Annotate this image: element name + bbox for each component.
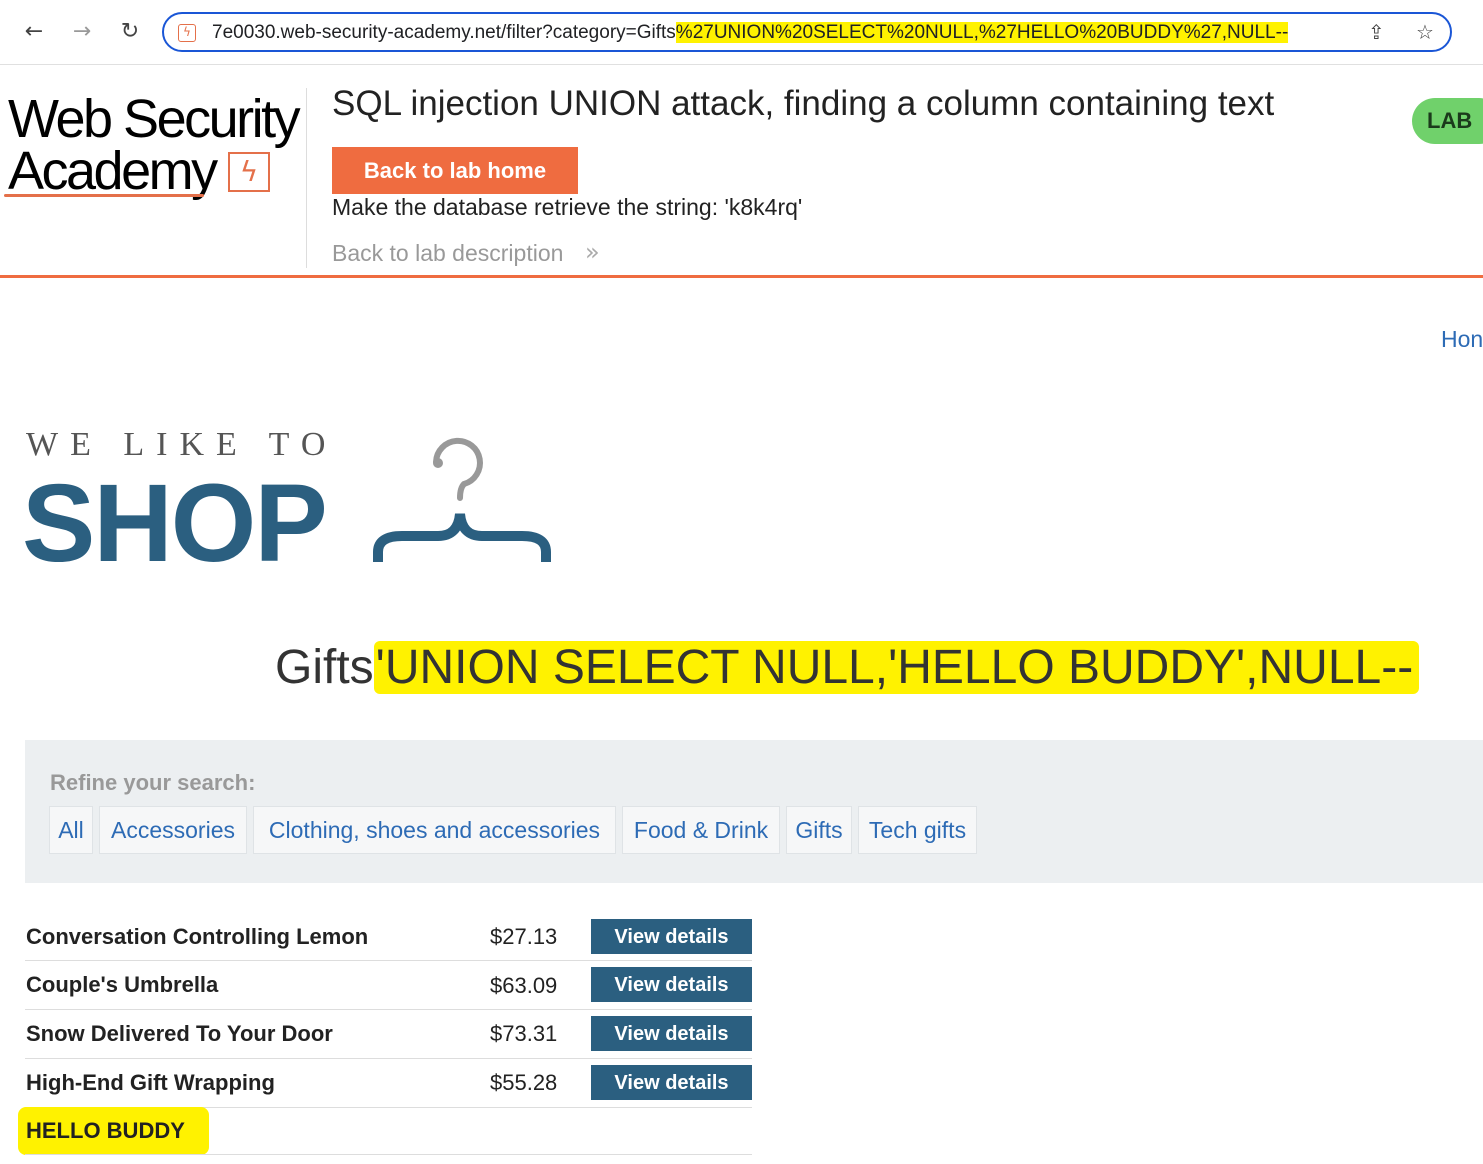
back-to-lab-description-link[interactable]: Back to lab description <box>332 240 563 267</box>
reload-icon[interactable]: ↻ <box>116 18 144 46</box>
category-filter-all[interactable]: All <box>49 806 93 854</box>
url-base: 7e0030.web-security-academy.net/filter?c… <box>212 22 676 43</box>
site-lightning-icon: ϟ <box>178 24 196 42</box>
lab-objective: Make the database retrieve the string: '… <box>332 194 803 220</box>
view-details-button[interactable]: View details <box>591 1016 752 1051</box>
category-filter-food-drink[interactable]: Food & Drink <box>622 806 780 854</box>
product-name: Conversation Controlling Lemon <box>26 924 369 949</box>
share-icon[interactable]: ⇪ <box>1368 20 1385 44</box>
lab-status-badge: LAB <box>1412 98 1483 144</box>
category-filter-clothing[interactable]: Clothing, shoes and accessories <box>253 806 616 854</box>
table-row-divider <box>25 1154 752 1155</box>
category-heading: Gifts'UNION SELECT NULL,'HELLO BUDDY',NU… <box>275 640 1420 695</box>
shop-tagline: WE LIKE TO <box>26 426 338 463</box>
logo-underline <box>4 194 204 197</box>
view-details-button[interactable]: View details <box>591 919 752 954</box>
injected-category-payload: 'UNION SELECT NULL,'HELLO BUDDY',NULL-- <box>373 641 1420 694</box>
header-divider <box>306 88 307 268</box>
back-to-lab-home-button[interactable]: Back to lab home <box>332 147 578 194</box>
refine-search-label: Refine your search: <box>50 770 256 795</box>
view-details-button[interactable]: View details <box>591 1065 752 1100</box>
header-rule <box>0 275 1483 278</box>
product-name: High-End Gift Wrapping <box>26 1070 275 1095</box>
product-price: $27.13 <box>490 924 558 949</box>
category-prefix: Gifts <box>275 641 374 694</box>
category-filter-tech-gifts[interactable]: Tech gifts <box>858 806 977 854</box>
lightning-logo-icon: ϟ <box>228 152 270 192</box>
url-text[interactable]: 7e0030.web-security-academy.net/filter?c… <box>212 22 1289 44</box>
home-nav-link[interactable]: Hon <box>1441 326 1483 353</box>
forward-arrow-icon[interactable]: → <box>68 18 96 46</box>
product-name: Couple's Umbrella <box>26 972 219 997</box>
product-name: Snow Delivered To Your Door <box>26 1021 333 1046</box>
view-details-button[interactable]: View details <box>591 967 752 1002</box>
injected-product-name: HELLO BUDDY <box>26 1118 185 1143</box>
product-price: $55.28 <box>490 1070 558 1095</box>
product-price: $63.09 <box>490 973 558 998</box>
table-row-divider <box>25 1058 752 1059</box>
url-injected-payload: %27UNION%20SELECT%20NULL,%27HELLO%20BUDD… <box>675 22 1289 43</box>
table-row-divider <box>25 960 752 961</box>
shop-logo-word: SHOP <box>22 462 328 585</box>
table-row-divider <box>25 1009 752 1010</box>
lab-title: SQL injection UNION attack, finding a co… <box>332 84 1275 123</box>
double-chevron-right-icon[interactable]: » <box>585 238 600 266</box>
hanger-icon <box>373 437 551 562</box>
logo-academy[interactable]: Academy <box>8 140 218 202</box>
category-filter-accessories[interactable]: Accessories <box>99 806 247 854</box>
back-arrow-icon[interactable]: ← <box>20 18 48 46</box>
bookmark-star-icon[interactable]: ☆ <box>1416 20 1434 44</box>
product-price: $73.31 <box>490 1021 558 1046</box>
category-filter-gifts[interactable]: Gifts <box>786 806 852 854</box>
